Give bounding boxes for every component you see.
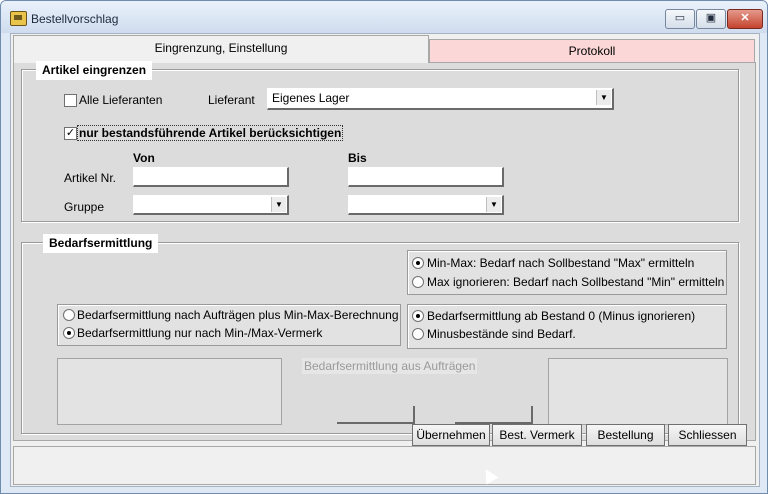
- auftraege-button-2[interactable]: [455, 406, 533, 424]
- alle-lieferanten-label: Alle Lieferanten: [79, 93, 163, 107]
- artikel-nr-von-input[interactable]: [133, 167, 289, 187]
- minus-radio[interactable]: [412, 328, 424, 340]
- tab-protokoll[interactable]: Protokoll: [429, 39, 755, 63]
- maximize-icon: ▣: [705, 12, 717, 24]
- bottom-button-bar: [13, 446, 756, 485]
- minus-label: Minusbestände sind Bedarf.: [427, 327, 576, 341]
- lieferant-label: Lieferant: [208, 93, 255, 107]
- nur-minmax-label: Bedarfsermittlung nur nach Min-/Max-Verm…: [77, 326, 323, 340]
- bestellvorschlag-window: Bestellvorschlag ▭ ▣ ✕ Protokoll Eingren…: [0, 0, 768, 494]
- ab-bestand-radio[interactable]: [412, 310, 424, 322]
- nur-minmax-radio[interactable]: [63, 327, 75, 339]
- window-title: Bestellvorschlag: [31, 12, 119, 26]
- max-ignore-label: Max ignorieren: Bedarf nach Sollbestand …: [427, 275, 725, 289]
- bedarfsermittlung-label: Bedarfsermittlung: [43, 234, 159, 253]
- minmax-max-label: Min-Max: Bedarf nach Sollbestand "Max" e…: [427, 256, 695, 270]
- nur-bestand-label: nur bestandsführende Artikel berücksicht…: [77, 125, 344, 141]
- artikel-nr-bis-input[interactable]: [348, 167, 504, 187]
- client-area: Protokoll Eingrenzung, Einstellung Artik…: [10, 33, 760, 487]
- auftraege-right-box: [548, 358, 728, 425]
- artikel-eingrenzen-label: Artikel eingrenzen: [36, 61, 153, 80]
- alle-lieferanten-checkbox[interactable]: [64, 94, 77, 107]
- gruppe-bis-combobox[interactable]: ▼: [348, 195, 504, 215]
- best-vermerk-button[interactable]: Best. Vermerk: [492, 424, 582, 446]
- aus-auftraegen-label: Bedarfsermittlung aus Aufträgen: [302, 358, 478, 374]
- close-icon: ✕: [740, 12, 750, 24]
- uebernehmen-button[interactable]: Übernehmen: [412, 424, 490, 446]
- gruppe-label: Gruppe: [64, 200, 105, 214]
- bis-heading: Bis: [348, 151, 367, 165]
- close-button[interactable]: ✕: [727, 9, 763, 29]
- nur-bestand-checkbox[interactable]: ✓: [64, 127, 77, 140]
- auftraege-left-box: [57, 358, 282, 425]
- minmax-max-radio[interactable]: [412, 257, 424, 269]
- schliessen-button[interactable]: Schliessen: [668, 424, 747, 446]
- chevron-down-icon[interactable]: ▼: [596, 90, 611, 105]
- ab-bestand-label: Bedarfsermittlung ab Bestand 0 (Minus ig…: [427, 309, 696, 323]
- chevron-down-icon[interactable]: ▼: [271, 197, 286, 212]
- minimize-icon: ▭: [674, 12, 686, 24]
- title-bar[interactable]: Bestellvorschlag ▭ ▣ ✕: [1, 1, 767, 33]
- max-ignore-radio[interactable]: [412, 276, 424, 288]
- auftraege-plus-radio[interactable]: [63, 309, 75, 321]
- chevron-down-icon[interactable]: ▼: [486, 197, 501, 212]
- tab-eingrenzung[interactable]: Eingrenzung, Einstellung: [13, 35, 429, 63]
- artikel-nr-label: Artikel Nr.: [64, 171, 117, 185]
- app-icon: [10, 11, 27, 26]
- auftraege-plus-label: Bedarfsermittlung nach Aufträgen plus Mi…: [77, 308, 399, 322]
- maximize-button[interactable]: ▣: [696, 9, 726, 29]
- auftraege-button-1[interactable]: [337, 406, 415, 424]
- minimize-button[interactable]: ▭: [665, 9, 695, 29]
- bestellung-button[interactable]: Bestellung: [586, 424, 665, 446]
- von-heading: Von: [133, 151, 155, 165]
- lieferant-combobox[interactable]: Eigenes Lager ▼: [267, 88, 614, 110]
- gruppe-von-combobox[interactable]: ▼: [133, 195, 289, 215]
- lieferant-value: Eigenes Lager: [272, 91, 350, 105]
